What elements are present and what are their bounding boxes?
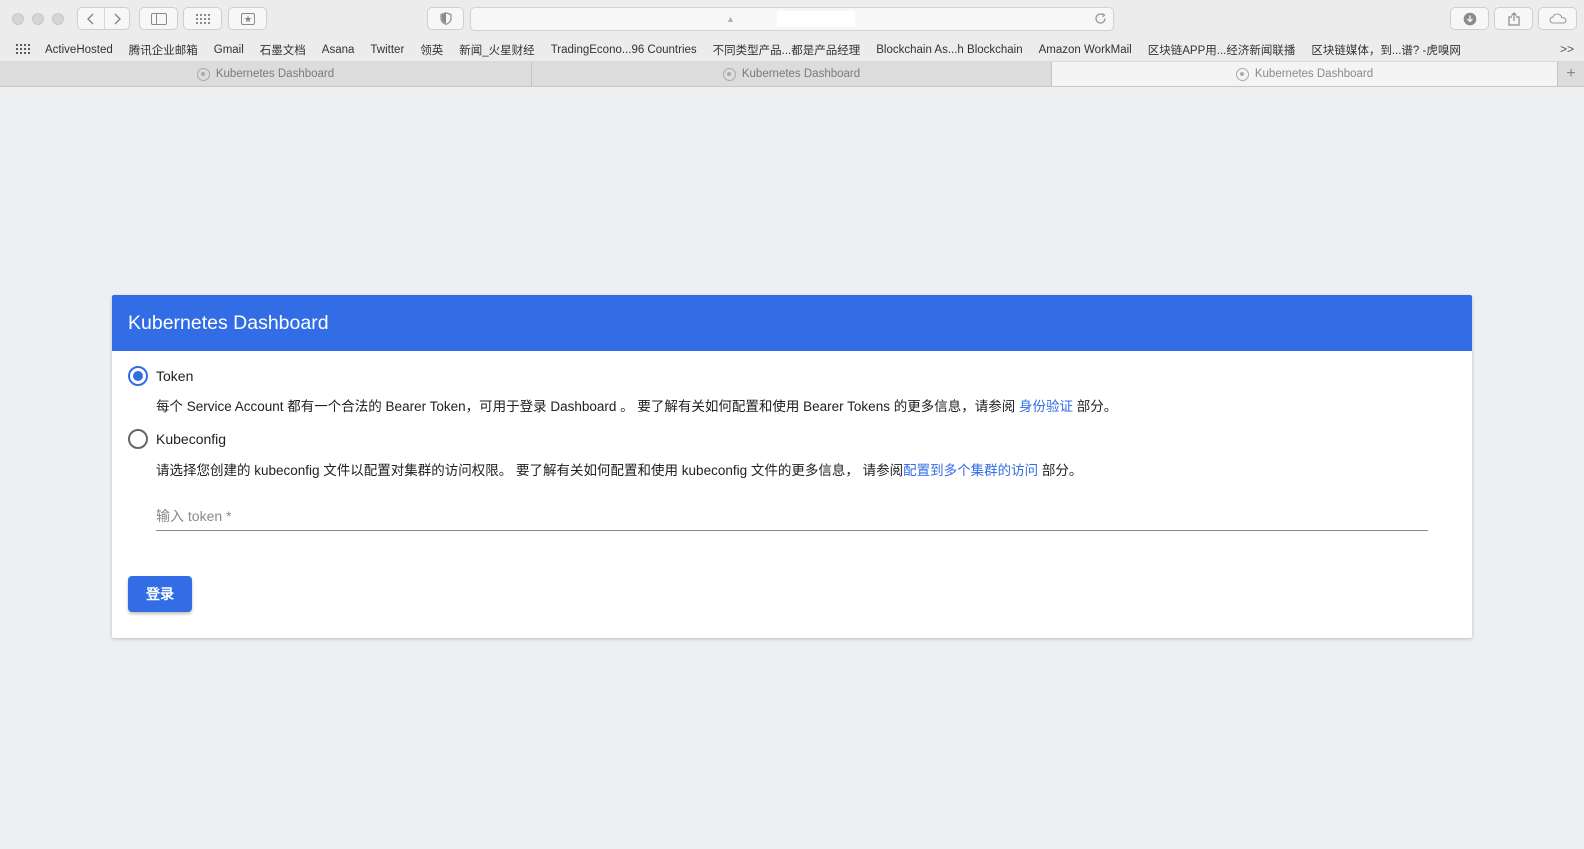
token-option[interactable]: Token — [128, 366, 193, 386]
token-desc-suffix: 部分。 — [1072, 399, 1118, 414]
authentication-link[interactable]: 身份验证 — [1019, 399, 1073, 414]
privacy-shield-button[interactable] — [427, 7, 464, 30]
address-bar[interactable]: ▲ — [470, 7, 1114, 31]
bookmark-amazon-workmail[interactable]: Amazon WorkMail — [1039, 44, 1132, 56]
bookmarks-overflow-button[interactable]: >> — [1560, 42, 1574, 56]
forward-button[interactable] — [103, 8, 129, 29]
chevron-right-icon — [113, 12, 121, 25]
card-title: Kubernetes Dashboard — [112, 295, 1472, 351]
zoom-window-icon[interactable] — [52, 13, 64, 25]
kubernetes-icon — [1235, 67, 1249, 81]
kubeconfig-radio[interactable] — [128, 429, 148, 449]
show-all-bookmarks-icon[interactable] — [16, 43, 30, 56]
kubeconfig-label: Kubeconfig — [156, 431, 227, 447]
tab-label: Kubernetes Dashboard — [741, 68, 861, 80]
bookmark-star-button[interactable] — [228, 7, 267, 30]
bookmark-product-manager[interactable]: 不同类型产品...都是产品经理 — [713, 42, 861, 58]
token-description: 每个 Service Account 都有一个合法的 Bearer Token，… — [156, 395, 1117, 415]
bookmark-activehosted[interactable]: ActiveHosted — [45, 44, 113, 56]
bookmark-asana[interactable]: Asana — [322, 44, 355, 56]
tab-bar: Kubernetes Dashboard Kubernetes Dashboar… — [0, 62, 1584, 87]
share-icon — [1507, 11, 1520, 26]
download-icon — [1463, 12, 1476, 25]
reload-icon[interactable] — [1094, 12, 1107, 30]
bookmark-gmail[interactable]: Gmail — [214, 44, 244, 56]
cloud-icon — [1548, 13, 1567, 24]
bookmark-blockchain[interactable]: Blockchain As...h Blockchain — [876, 44, 1022, 56]
minimize-window-icon[interactable] — [32, 13, 44, 25]
bookmark-huoxing-news[interactable]: 新闻_火星财经 — [459, 42, 534, 58]
tab-label: Kubernetes Dashboard — [1254, 68, 1374, 80]
bookmark-tencent-mail[interactable]: 腾讯企业邮箱 — [129, 42, 198, 58]
token-desc-text: 每个 Service Account 都有一个合法的 Bearer Token，… — [156, 399, 1019, 414]
token-radio[interactable] — [128, 366, 148, 386]
share-button[interactable] — [1494, 7, 1533, 30]
browser-toolbar: ▲ — [0, 0, 1584, 38]
sidebar-toggle-button[interactable] — [139, 7, 178, 30]
bookmarks-bar: ActiveHosted 腾讯企业邮箱 Gmail 石墨文档 Asana Twi… — [0, 38, 1584, 62]
chevron-left-icon — [87, 12, 94, 25]
icloud-tabs-button[interactable] — [1538, 7, 1577, 30]
grid-icon — [195, 13, 210, 24]
new-tab-button[interactable]: + — [1558, 62, 1584, 86]
tab-kubernetes-dashboard-3[interactable]: Kubernetes Dashboard — [1052, 62, 1558, 86]
tab-overview-button[interactable] — [183, 7, 222, 30]
kubeconfig-description: 请选择您创建的 kubeconfig 文件以配置对集群的访问权限。 要了解有关如… — [156, 459, 1082, 479]
bookmark-tradingeconomics[interactable]: TradingEcono...96 Countries — [551, 44, 697, 56]
kubernetes-icon — [722, 67, 736, 81]
token-input[interactable] — [156, 501, 1428, 531]
close-window-icon[interactable] — [12, 13, 24, 25]
bookmark-blockchain-app[interactable]: 区块链APP用...经济新闻联播 — [1148, 42, 1296, 58]
token-label: Token — [156, 368, 194, 384]
sidebar-icon — [150, 12, 167, 25]
back-button[interactable] — [79, 8, 104, 29]
downloads-button[interactable] — [1450, 7, 1489, 30]
tab-label: Kubernetes Dashboard — [215, 68, 335, 80]
page-content: Kubernetes Dashboard Token 每个 Service Ac… — [0, 87, 1584, 849]
bookmark-linkedin[interactable]: 领英 — [420, 42, 443, 58]
shield-icon — [439, 12, 452, 25]
bookmark-twitter[interactable]: Twitter — [370, 44, 404, 56]
star-icon — [240, 12, 255, 25]
lock-icon: ▲ — [726, 14, 735, 24]
bookmark-shimo-docs[interactable]: 石墨文档 — [260, 42, 306, 58]
tab-kubernetes-dashboard-1[interactable]: Kubernetes Dashboard — [0, 62, 532, 86]
kubeconfig-option[interactable]: Kubeconfig — [128, 429, 226, 449]
multi-cluster-access-link[interactable]: 配置到多个集群的访问 — [903, 463, 1038, 478]
login-button[interactable]: 登录 — [128, 576, 192, 612]
bookmark-huxiu[interactable]: 区块链媒体，到...谱? -虎嗅网 — [1311, 42, 1461, 58]
url-text — [777, 11, 855, 27]
tab-kubernetes-dashboard-2[interactable]: Kubernetes Dashboard — [532, 62, 1052, 86]
login-card: Kubernetes Dashboard Token 每个 Service Ac… — [112, 295, 1472, 638]
kubeconfig-desc-text: 请选择您创建的 kubeconfig 文件以配置对集群的访问权限。 要了解有关如… — [156, 463, 904, 478]
kubernetes-icon — [196, 67, 210, 81]
back-forward-group — [77, 7, 130, 30]
kubeconfig-desc-suffix: 部分。 — [1038, 463, 1083, 478]
